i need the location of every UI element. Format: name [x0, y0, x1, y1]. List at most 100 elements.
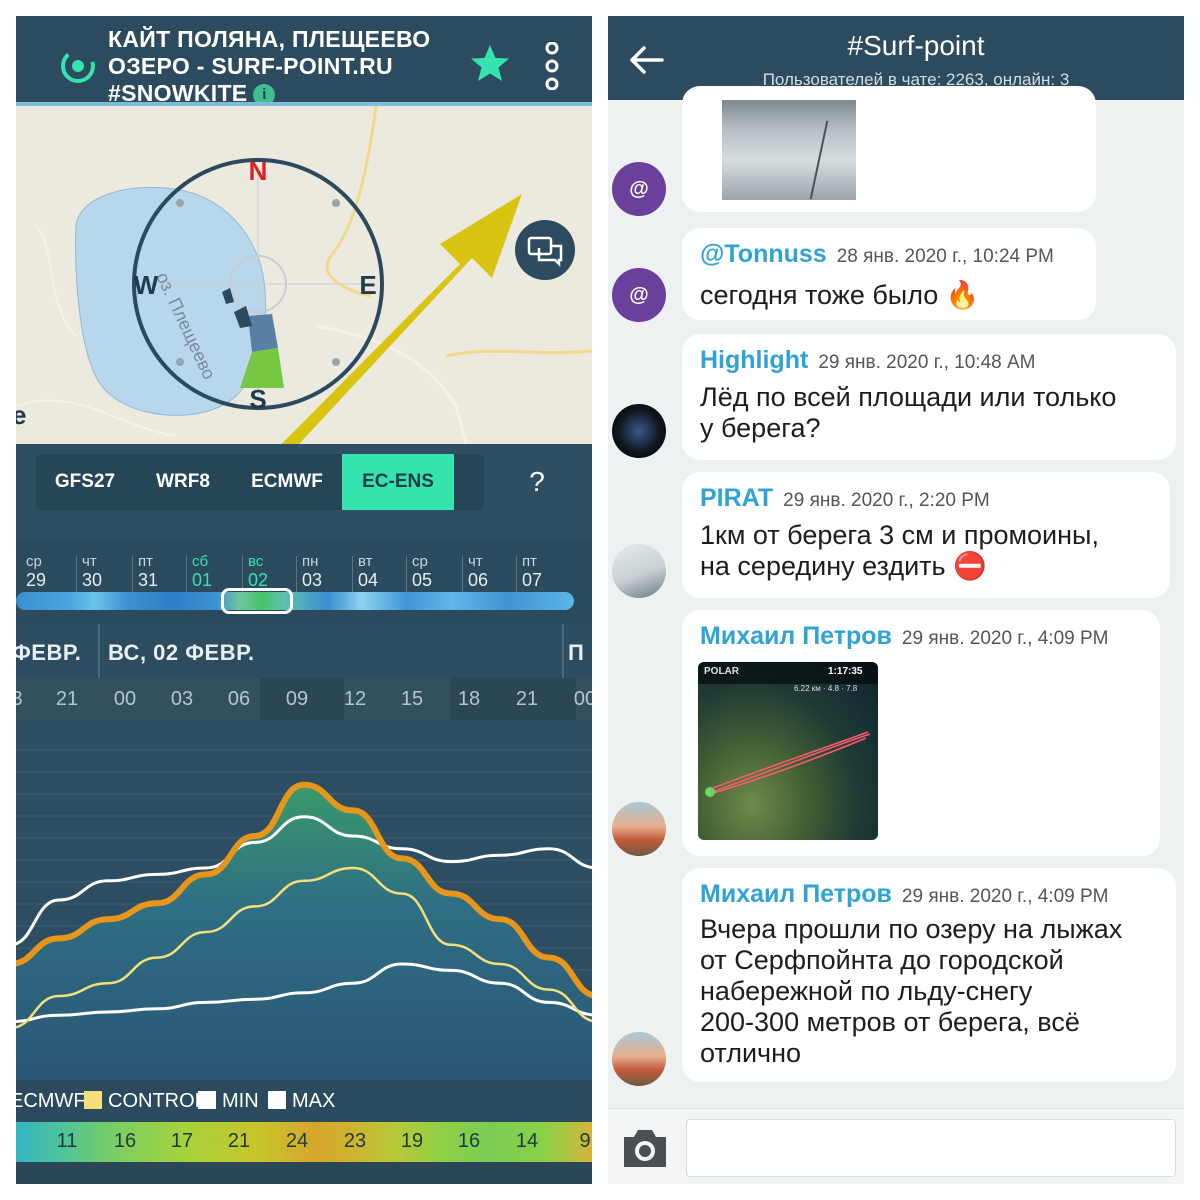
timeline-cursor[interactable] [221, 588, 293, 614]
day-divider [406, 556, 407, 596]
hour-label: 21 [515, 688, 539, 710]
day-divider [462, 556, 463, 596]
gust-value: 16 [113, 1130, 137, 1152]
compass-north: N [249, 156, 268, 186]
day-item[interactable]: вт 04 [358, 552, 398, 590]
day-item[interactable]: пн 03 [302, 552, 342, 590]
day-item[interactable]: вс 02 [248, 552, 288, 590]
message-text: 1км от берега 3 см и промоины, на середин… [700, 520, 1099, 581]
message-author[interactable]: @Tonnuss 28 янв. 2020 г., 10:24 PM [700, 240, 1054, 269]
hour-label: 18 [457, 688, 481, 710]
avatar[interactable] [612, 544, 666, 598]
avatar[interactable]: @ [612, 162, 666, 216]
message-bubble[interactable]: Михаил Петров 29 янв. 2020 г., 4:09 PM PO… [682, 610, 1160, 856]
compass-west: W [134, 270, 159, 300]
legend-item: CONTROL [84, 1090, 206, 1113]
message-time: 28 янв. 2020 г., 10:24 PM [836, 246, 1054, 267]
chat-panel: #Surf-point Пользователей в чате: 2263, … [608, 16, 1184, 1184]
day-number: 01 [192, 570, 213, 590]
gps-track [705, 731, 871, 797]
day-name: ср [26, 553, 42, 570]
help-button[interactable]: ? [500, 454, 574, 510]
tab-wrf8[interactable]: WRF8 [134, 454, 232, 510]
message-photo[interactable]: POLAR 1:17:35 6.22 км · 4.8 · 7.8 [698, 662, 878, 840]
day-name: вс [248, 553, 264, 570]
gust-value: 16 [457, 1130, 481, 1152]
avatar[interactable] [612, 1032, 666, 1086]
open-chat-button[interactable] [515, 220, 575, 280]
avatar[interactable]: @ [612, 268, 666, 322]
day-name: пн [302, 553, 319, 570]
camera-icon[interactable] [620, 1125, 670, 1171]
model-tabs: GFS27 WRF8 ECMWF EC-ENS [36, 454, 484, 510]
hour-label: 15 [400, 688, 424, 710]
day-divider [516, 556, 517, 596]
star-icon[interactable] [468, 42, 512, 86]
day-number: 31 [138, 570, 159, 590]
day-item[interactable]: пт 31 [138, 552, 178, 590]
day-item[interactable]: ср 29 [26, 552, 66, 590]
message-input-bar [608, 1108, 1184, 1184]
gust-row: 11 16 17 21 24 23 19 16 14 9 [16, 1122, 592, 1162]
message-author[interactable]: Highlight 29 янв. 2020 г., 10:48 AM [700, 346, 1035, 375]
message-bubble[interactable]: PIRAT 29 янв. 2020 г., 2:20 PM 1км от бер… [682, 472, 1170, 598]
message-bubble[interactable] [682, 86, 1096, 212]
message-text: сегодня тоже было 🔥 [700, 280, 980, 310]
day-name: чт [468, 553, 483, 570]
model-selector: GFS27 WRF8 ECMWF EC-ENS ? [16, 444, 592, 538]
gust-value: 11 [56, 1130, 78, 1152]
message-input[interactable] [686, 1119, 1176, 1177]
arrow-left-icon[interactable] [626, 40, 666, 80]
gust-value: 24 [285, 1130, 309, 1152]
message-time: 29 янв. 2020 г., 4:09 PM [901, 628, 1109, 649]
photo-kite-line [809, 120, 829, 200]
legend-label: CONTROL [108, 1090, 206, 1112]
tab-ecmwf[interactable]: ECMWF [232, 454, 342, 510]
app-logo-icon[interactable] [60, 48, 96, 84]
day-number: 03 [302, 570, 323, 590]
avatar[interactable] [612, 404, 666, 458]
day-number: 07 [522, 570, 543, 590]
message-author[interactable]: PIRAT 29 янв. 2020 г., 2:20 PM [700, 484, 990, 513]
message-photo[interactable] [722, 100, 856, 200]
day-name: пт [522, 553, 537, 570]
legend-label: MIN [222, 1090, 259, 1112]
message-bubble[interactable]: @Tonnuss 28 янв. 2020 г., 10:24 PM сегодн… [682, 228, 1096, 320]
message-bubble[interactable]: Михаил Петров 29 янв. 2020 г., 4:09 PM Вч… [682, 868, 1176, 1082]
day-item[interactable]: чт 06 [468, 552, 508, 590]
day-item[interactable]: сб 01 [192, 552, 232, 590]
hour-label: 00 [113, 688, 137, 710]
hour-label: 03 [170, 688, 194, 710]
spot-header: КАЙТ ПОЛЯНА, ПЛЕЩЕЕВО ОЗЕРО - SURF-POINT… [16, 16, 592, 106]
avatar[interactable] [612, 802, 666, 856]
timeline-bar[interactable] [16, 592, 574, 610]
day-divider [76, 556, 77, 596]
windy-panel: КАЙТ ПОЛЯНА, ПЛЕЩЕЕВО ОЗЕРО - SURF-POINT… [16, 16, 592, 1184]
day-item[interactable]: пт 07 [522, 552, 562, 590]
day-divider [132, 556, 133, 596]
hour-label: 21 [55, 688, 79, 710]
message-author[interactable]: Михаил Петров 29 янв. 2020 г., 4:09 PM [700, 622, 1109, 651]
legend-item: MAX [268, 1090, 335, 1113]
hour-label: 06 [227, 688, 251, 710]
message-author[interactable]: Михаил Петров 29 янв. 2020 г., 4:09 PM [700, 880, 1109, 909]
date-label-next: П [568, 640, 585, 665]
legend-item: ECMWF [16, 1090, 86, 1113]
message-bubble[interactable]: Highlight 29 янв. 2020 г., 10:48 AM Лёд п… [682, 334, 1176, 460]
day-item[interactable]: чт 30 [82, 552, 122, 590]
gust-value: 9 [579, 1130, 591, 1152]
gust-value: 21 [227, 1130, 251, 1152]
spot-map[interactable]: N E S W оз. Плещеево e [16, 106, 592, 444]
legend-label: MAX [292, 1090, 336, 1112]
tab-gfs27[interactable]: GFS27 [36, 454, 134, 510]
hour-label: 3 [16, 688, 23, 710]
day-divider [186, 556, 187, 596]
more-vert-icon[interactable] [544, 42, 560, 90]
message-time: 29 янв. 2020 г., 2:20 PM [783, 490, 990, 511]
gust-value: 23 [343, 1130, 367, 1152]
day-item[interactable]: ср 05 [412, 552, 452, 590]
tab-ec-ens[interactable]: EC-ENS [342, 454, 454, 510]
message-time: 29 янв. 2020 г., 4:09 PM [901, 886, 1109, 907]
gust-value: 19 [400, 1130, 424, 1152]
legend-swatch [268, 1091, 286, 1109]
